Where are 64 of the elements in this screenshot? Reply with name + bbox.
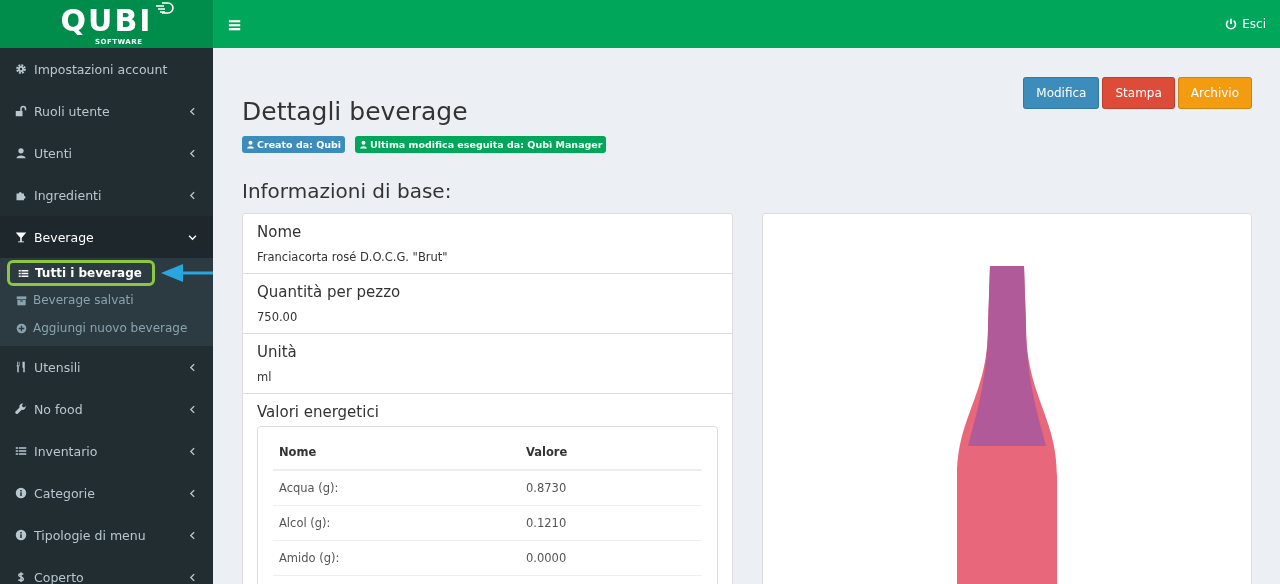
subsection-title: Valori energetici (257, 403, 380, 421)
speed-d-icon (154, 0, 177, 15)
table-cell: Amido (g): (273, 540, 520, 576)
power-icon (1225, 18, 1238, 30)
sidebar-item[interactable]: Tipologie di menu (0, 514, 213, 556)
chevron-icon (188, 572, 197, 582)
field-label: Quantità per pezzo (257, 283, 402, 301)
field-label: Nome (257, 223, 303, 241)
sidebar-item[interactable]: Categorie (0, 472, 213, 514)
user-icon (359, 140, 369, 149)
column-header: Nome (273, 437, 520, 470)
table-cell: Alcol (g): (273, 505, 520, 541)
dollar-icon (15, 571, 27, 583)
chevron-icon (188, 488, 197, 498)
user-icon (246, 140, 255, 149)
list-icon (18, 267, 29, 279)
field-value: Franciacorta rosé D.O.C.G. "Brut" (257, 250, 448, 264)
chevron-icon (188, 190, 197, 200)
glass-icon (15, 231, 27, 243)
sidebar-item[interactable]: Coperto (0, 556, 213, 584)
chevron-icon (188, 148, 197, 158)
table-cell: 0.8730 (520, 470, 702, 506)
section-title: Informazioni di base: (242, 179, 453, 203)
sidebar-item[interactable]: Utenti (0, 132, 213, 174)
field-label: Unità (257, 343, 298, 361)
column-header: Valore (520, 437, 702, 470)
author-badge: Ultima modifica eseguita da: Qubì Manager (355, 136, 607, 153)
sidebar-item[interactable]: Ruoli utente (0, 90, 213, 132)
sidebar-item[interactable]: Impostazioni account (0, 48, 213, 90)
puzzle-icon (15, 189, 27, 201)
archive-icon (16, 294, 27, 306)
sidebar-item[interactable]: Beverage (0, 216, 213, 258)
logo-wordmark: QUBI (60, 2, 153, 38)
table-cell: 0.0000 (520, 540, 702, 576)
wrench-icon (15, 403, 27, 415)
sidebar-item[interactable]: No food (0, 388, 213, 430)
page-title: Dettagli beverage (242, 97, 469, 126)
utensils-icon (15, 361, 27, 373)
sidebar-item[interactable]: Ingredienti (0, 174, 213, 216)
list-icon (15, 445, 27, 457)
action-button[interactable]: Modifica (1023, 77, 1100, 109)
gear-icon (15, 63, 27, 75)
field-value: ml (257, 370, 272, 384)
user-icon (15, 147, 27, 159)
sidebar-item[interactable]: Inventario (0, 430, 213, 472)
submenu-item[interactable]: Tutti i beverage (7, 260, 155, 286)
table-cell: 0.1210 (520, 505, 702, 541)
chevron-icon (188, 446, 197, 456)
sidebar-item[interactable]: Utensili (0, 346, 213, 388)
plus-circle-icon (16, 322, 27, 334)
unlock-icon (15, 105, 27, 117)
submenu-item[interactable]: Aggiungi nuovo beverage (0, 314, 213, 342)
chevron-icon (188, 232, 197, 242)
chevron-icon (188, 404, 197, 414)
info-icon (15, 487, 27, 499)
submenu-item[interactable]: Beverage salvati (0, 286, 213, 314)
chevron-icon (188, 362, 197, 372)
chevron-icon (188, 530, 197, 540)
info-icon (15, 529, 27, 541)
author-badge: Creato da: Qubi (242, 136, 346, 153)
table-cell: Acqua (g): (273, 470, 520, 506)
action-button[interactable]: Stampa (1102, 77, 1175, 109)
field-value: 750.00 (257, 310, 298, 324)
chevron-icon (188, 106, 197, 116)
